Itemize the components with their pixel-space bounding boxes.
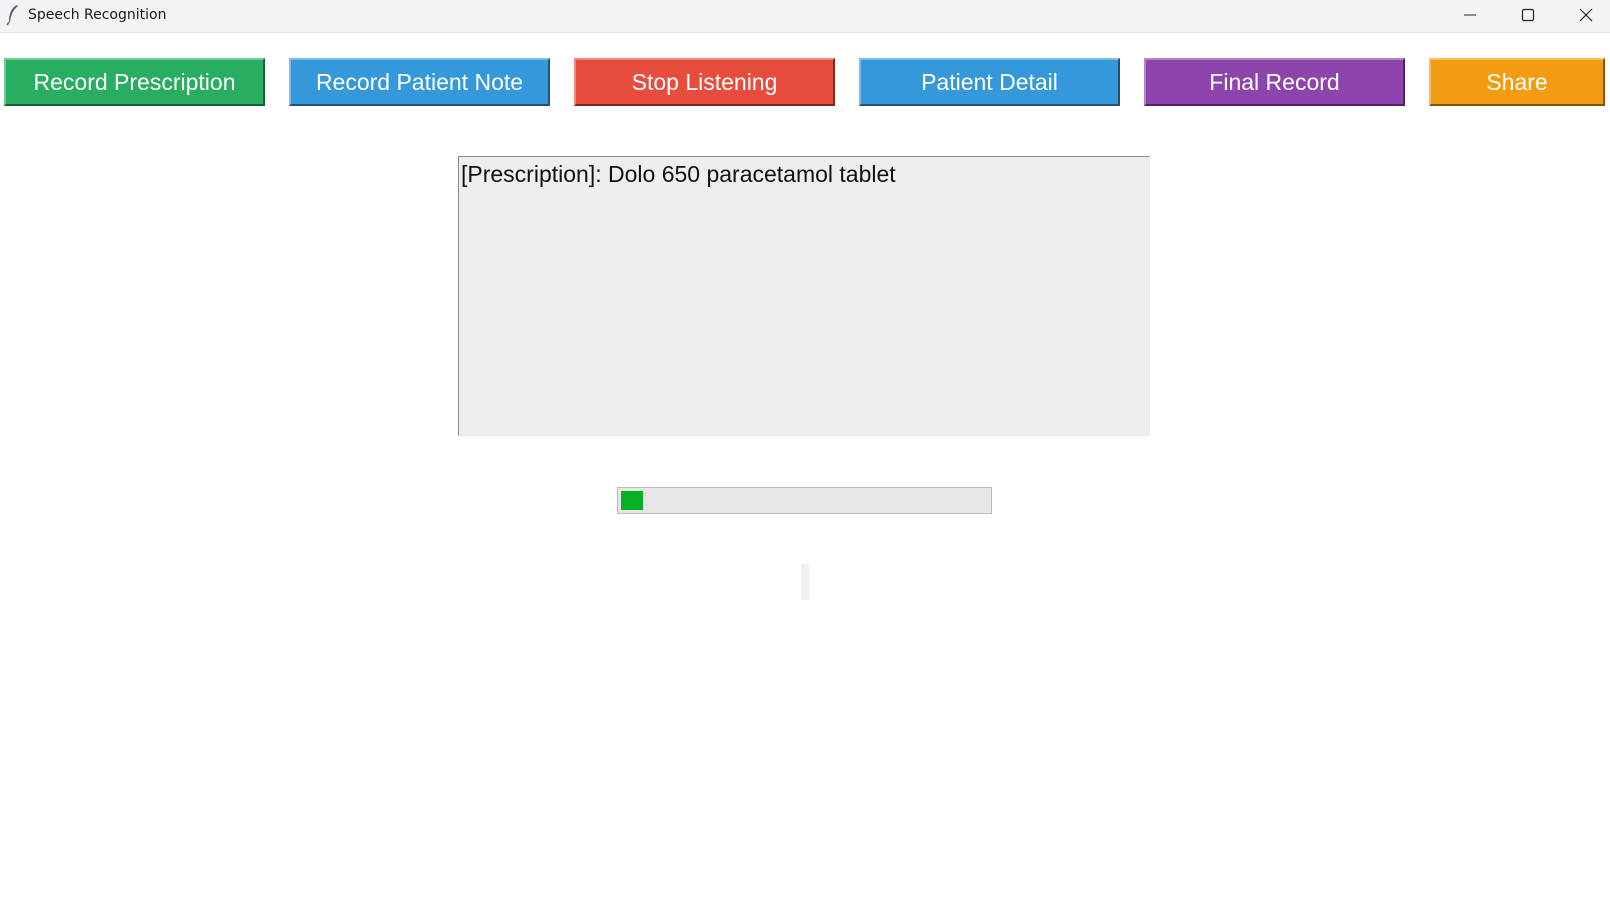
maximize-icon bbox=[1521, 8, 1535, 22]
final-record-button[interactable]: Final Record bbox=[1144, 58, 1405, 106]
window-title: Speech Recognition bbox=[28, 7, 167, 23]
patient-detail-button[interactable]: Patient Detail bbox=[859, 58, 1120, 106]
close-icon bbox=[1579, 8, 1593, 22]
feather-icon bbox=[6, 5, 18, 26]
record-patient-note-button[interactable]: Record Patient Note bbox=[289, 58, 550, 106]
share-button[interactable]: Share bbox=[1429, 58, 1605, 106]
maximize-button[interactable] bbox=[1498, 0, 1556, 32]
minimize-button[interactable] bbox=[1440, 0, 1498, 32]
record-prescription-button[interactable]: Record Prescription bbox=[4, 58, 265, 106]
progress-fill bbox=[621, 491, 643, 510]
minimize-icon bbox=[1464, 14, 1476, 16]
transcript-text-area[interactable]: [Prescription]: Dolo 650 paracetamol tab… bbox=[458, 156, 1150, 436]
title-bar: Speech Recognition bbox=[0, 0, 1610, 33]
stop-listening-button[interactable]: Stop Listening bbox=[574, 58, 835, 106]
close-button[interactable] bbox=[1556, 0, 1610, 32]
status-label bbox=[801, 564, 809, 600]
listening-progress-bar bbox=[617, 487, 992, 514]
